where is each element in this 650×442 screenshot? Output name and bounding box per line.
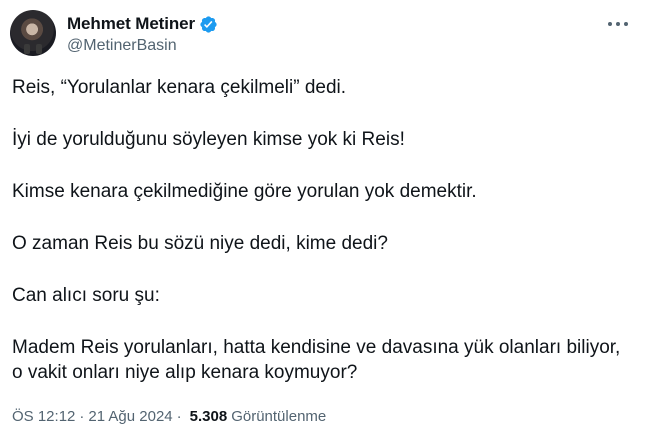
tweet-paragraph: Reis, “Yorulanlar kenara çekilmeli” dedi… [12,77,347,98]
meta-separator: · [79,408,85,425]
meta-separator: · [176,408,182,425]
author-handle[interactable]: @MetinerBasin [67,37,177,55]
microphone-icon [24,44,30,54]
tweet-paragraph: Can alıcı soru şu: [12,285,160,306]
tweet-paragraph: O zaman Reis bu sözü niye dedi, kime ded… [12,233,388,254]
tweet-card: Mehmet Metiner @MetinerBasin Reis, “Yoru… [0,0,650,442]
tweet-paragraph: Kimse kenara çekilmediğine göre yorulan … [12,181,477,202]
avatar[interactable] [10,10,56,56]
tweet-meta: ÖS 12:12 · 21 Ağu 2024 · 5.308 Görüntüle… [12,408,326,425]
tweet-text: Reis, “Yorulanlar kenara çekilmeli” dedi… [12,75,638,412]
more-options-icon[interactable] [608,20,628,28]
tweet-date[interactable]: 21 Ağu 2024 [88,408,172,425]
verified-badge-icon [200,15,217,33]
tweet-time[interactable]: ÖS 12:12 [12,408,75,425]
views-count: 5.308 [189,408,228,425]
tweet-paragraph: Madem Reis yorulanları, hatta kendisine … [12,337,621,383]
tweet-paragraph: İyi de yorulduğunu söyleyen kimse yok ki… [12,129,405,150]
microphone-icon [36,44,42,54]
views-label: Görüntülenme [231,408,327,425]
author-display-name[interactable]: Mehmet Metiner [67,14,195,34]
author-name-row: Mehmet Metiner [67,13,218,35]
